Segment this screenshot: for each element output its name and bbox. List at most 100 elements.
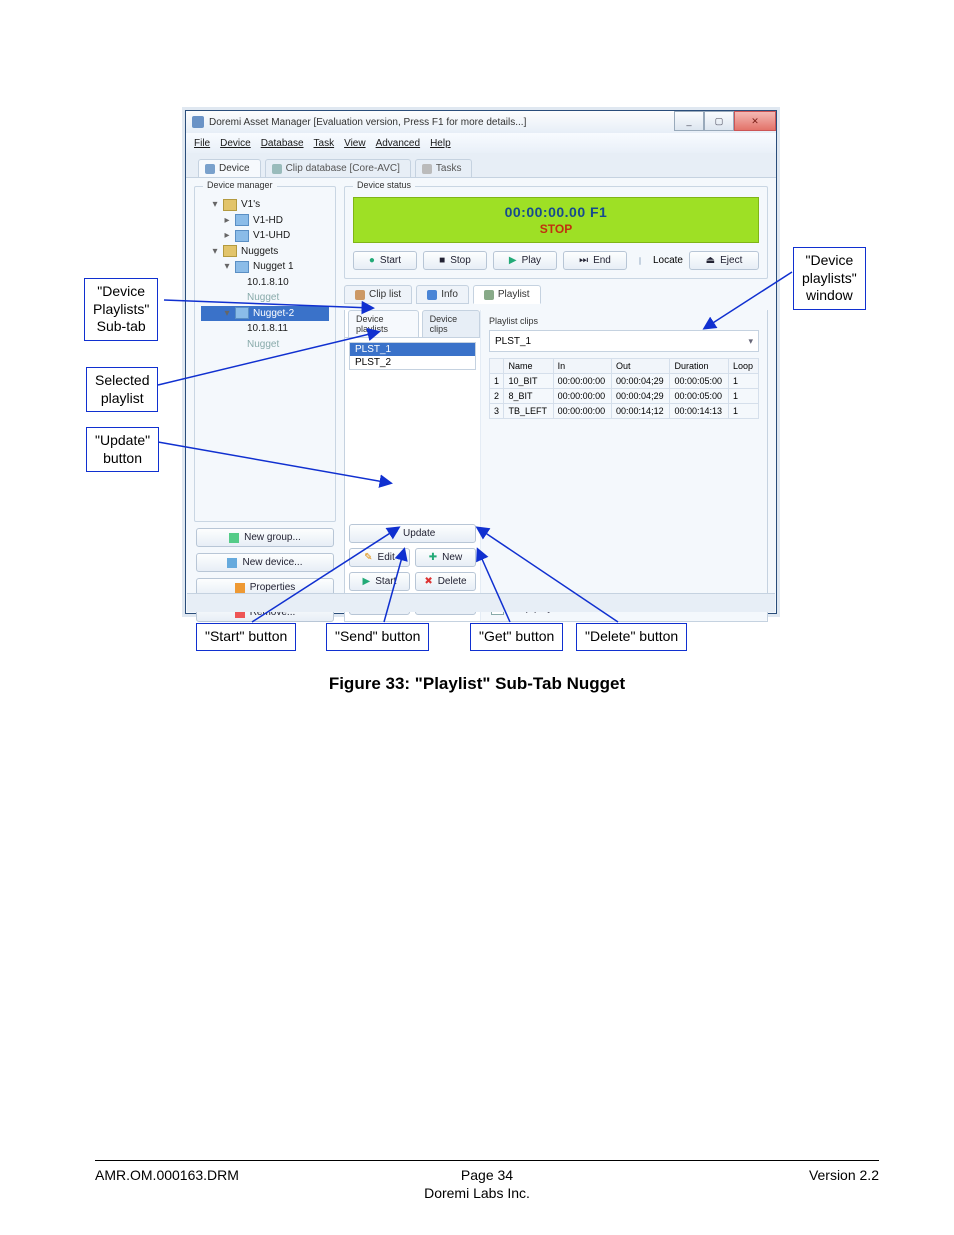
tree-item[interactable]: ▸V1-HD — [201, 213, 329, 229]
transport-play-button[interactable]: ▶Play — [493, 251, 557, 270]
transport-start-label: Start — [380, 255, 401, 266]
callout-device-playlists-window: "Device playlists" window — [793, 247, 866, 310]
device-status-legend: Device status — [353, 180, 415, 190]
callout-update-button: "Update" button — [86, 427, 159, 472]
subtab-clip-list[interactable]: Clip list — [344, 285, 412, 304]
innertab-device-playlists[interactable]: Device playlists — [348, 310, 419, 337]
transport-start-button[interactable]: ●Start — [353, 251, 417, 270]
window-close-button[interactable]: ✕ — [734, 111, 776, 131]
playlist-area: Device playlists Device clips PLST_1PLST… — [344, 310, 768, 622]
properties-label: Properties — [250, 582, 296, 593]
window-minimize-button[interactable]: _ — [674, 111, 704, 131]
delete-button-label: Delete — [438, 576, 467, 587]
footer-org: Doremi Labs Inc. — [0, 1185, 954, 1201]
tab-device[interactable]: Device — [198, 159, 261, 177]
window-maximize-button[interactable]: ▢ — [704, 111, 734, 131]
playlist-select[interactable]: PLST_1 — [489, 330, 759, 352]
app-window: Doremi Asset Manager [Evaluation version… — [185, 110, 777, 614]
column-header[interactable]: Loop — [728, 359, 758, 374]
new-button[interactable]: ✚New — [415, 548, 476, 567]
footer-page: Page 34 — [95, 1167, 879, 1183]
playlist-start-label: Start — [375, 576, 396, 587]
menu-advanced[interactable]: Advanced — [376, 138, 420, 149]
new-group-button[interactable]: New group... — [196, 528, 334, 547]
table-row[interactable]: 28_BIT00:00:00:0000:00:04;2900:00:05:001 — [489, 389, 758, 404]
tree-item[interactable]: Nugget — [201, 337, 329, 353]
column-header[interactable] — [489, 359, 503, 374]
update-button[interactable]: ⟳Update — [349, 524, 476, 543]
playlist-icon — [484, 290, 494, 300]
tree-item[interactable]: ▾Nugget 1 — [201, 259, 329, 275]
playlist-item[interactable]: PLST_1 — [350, 343, 475, 356]
status-bar — [187, 593, 775, 612]
menu-file[interactable]: File — [194, 138, 210, 149]
callout-get-button: "Get" button — [470, 623, 563, 651]
transport-stop-button[interactable]: ■Stop — [423, 251, 487, 270]
locate-label: Locate — [653, 255, 683, 266]
device-plus-icon — [227, 558, 237, 568]
menu-database[interactable]: Database — [261, 138, 304, 149]
tree-item[interactable]: 10.1.8.11 — [201, 321, 329, 337]
tree-item[interactable]: ▾Nuggets — [201, 244, 329, 260]
transport-end-label: End — [593, 255, 611, 266]
column-header[interactable]: Name — [504, 359, 553, 374]
eject-button[interactable]: ⏏Eject — [689, 251, 759, 270]
figure-title: Figure 33: "Playlist" Sub-Tab Nugget — [0, 674, 954, 694]
edit-button-label: Edit — [378, 552, 395, 563]
tree-item[interactable]: ▾V1's — [201, 197, 329, 213]
device-tree[interactable]: ▾V1's▸V1-HD▸V1-UHD▾Nuggets▾Nugget 110.1.… — [201, 197, 329, 352]
menu-task[interactable]: Task — [314, 138, 335, 149]
app-icon — [192, 116, 204, 128]
device-icon — [205, 164, 215, 174]
callout-send-button: "Send" button — [326, 623, 429, 651]
locate-slider[interactable] — [639, 257, 641, 265]
new-device-label: New device... — [242, 557, 302, 568]
transport-end-button[interactable]: ⏭End — [563, 251, 627, 270]
playlist-list[interactable]: PLST_1PLST_2 — [349, 342, 476, 370]
menu-device[interactable]: Device — [220, 138, 251, 149]
tree-item[interactable]: Nugget — [201, 290, 329, 306]
folder-plus-icon — [229, 533, 239, 543]
eject-label: Eject — [720, 255, 742, 266]
page-footer: AMR.OM.000163.DRM Page 34 Version 2.2 — [95, 1160, 879, 1183]
column-header[interactable]: In — [553, 359, 611, 374]
innertab-device-clips[interactable]: Device clips — [422, 310, 480, 337]
table-row[interactable]: 110_BIT00:00:00:0000:00:04;2900:00:05:00… — [489, 374, 758, 389]
subtab-bar: Clip list Info Playlist — [344, 285, 768, 304]
timecode-value: 00:00:00.00 F1 — [505, 204, 608, 220]
timecode-display: 00:00:00.00 F1 STOP — [353, 197, 759, 243]
update-button-label: Update — [403, 528, 435, 539]
top-tabbar: Device Clip database [Core-AVC] Tasks — [186, 153, 776, 178]
playlist-start-button[interactable]: ▶Start — [349, 572, 410, 591]
subtab-info[interactable]: Info — [416, 285, 469, 304]
window-title: Doremi Asset Manager [Evaluation version… — [209, 117, 526, 128]
subtab-playlist[interactable]: Playlist — [473, 285, 541, 304]
tab-clip-database[interactable]: Clip database [Core-AVC] — [265, 159, 411, 177]
device-manager-panel: Device manager ▾V1's▸V1-HD▸V1-UHD▾Nugget… — [194, 186, 336, 522]
delete-button[interactable]: ✖Delete — [415, 572, 476, 591]
callout-selected-playlist: Selected playlist — [86, 367, 158, 412]
new-device-button[interactable]: New device... — [196, 553, 334, 572]
tab-tasks[interactable]: Tasks — [415, 159, 473, 177]
inner-tabbar: Device playlists Device clips — [345, 310, 480, 337]
tree-item[interactable]: ▾Nugget-2 — [201, 306, 329, 322]
menubar: File Device Database Task View Advanced … — [186, 133, 776, 153]
playlist-select-value: PLST_1 — [495, 336, 531, 347]
transport-play-label: Play — [522, 255, 541, 266]
subtab-info-label: Info — [441, 289, 458, 300]
table-row[interactable]: 3TB_LEFT00:00:00:0000:00:14;1200:00:14:1… — [489, 404, 758, 419]
tab-tasks-label: Tasks — [436, 163, 462, 174]
transport-state: STOP — [540, 222, 572, 236]
menu-help[interactable]: Help — [430, 138, 451, 149]
tree-item[interactable]: ▸V1-UHD — [201, 228, 329, 244]
tree-item[interactable]: 10.1.8.10 — [201, 275, 329, 291]
tab-device-label: Device — [219, 163, 250, 174]
menu-view[interactable]: View — [344, 138, 366, 149]
column-header[interactable]: Duration — [670, 359, 728, 374]
column-header[interactable]: Out — [612, 359, 670, 374]
playlist-clips-table: NameInOutDurationLoop110_BIT00:00:00:000… — [489, 358, 759, 419]
transport-bar: ●Start ■Stop ▶Play ⏭End Locate ⏏Eject — [353, 251, 759, 270]
device-status-panel: Device status 00:00:00.00 F1 STOP ●Start… — [344, 186, 768, 279]
playlist-item[interactable]: PLST_2 — [350, 356, 475, 369]
edit-button[interactable]: ✎Edit — [349, 548, 410, 567]
